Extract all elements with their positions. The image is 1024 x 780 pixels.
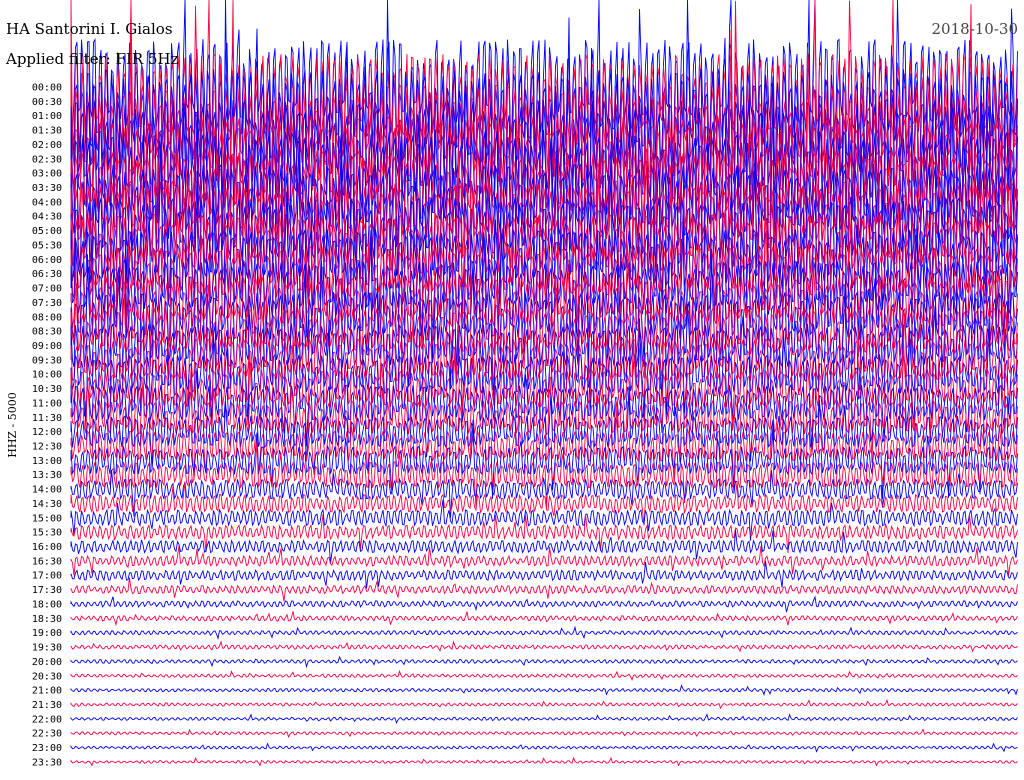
time-label: 17:30 xyxy=(32,585,62,596)
time-label: 16:30 xyxy=(32,556,62,567)
time-label: 11:30 xyxy=(32,413,62,424)
time-label-group: 00:00 00:30 01:00 01:30 02:00 02:30 03:00 03:30… xyxy=(32,83,62,769)
time-label: 07:30 xyxy=(32,298,62,309)
time-label: 08:00 xyxy=(32,312,62,323)
trace-line xyxy=(70,728,1018,739)
station-title: HA Santorini I. Gialos xyxy=(6,20,173,38)
time-label: 21:00 xyxy=(32,686,62,697)
time-label: 13:00 xyxy=(32,456,62,467)
time-label: 16:00 xyxy=(32,542,62,553)
trace-line xyxy=(70,742,1018,753)
trace-line xyxy=(70,670,1018,682)
trace-line xyxy=(70,640,1018,653)
trace-line xyxy=(70,684,1018,696)
time-label: 00:00 xyxy=(32,83,62,94)
time-label: 05:00 xyxy=(32,226,62,237)
time-label: 01:00 xyxy=(32,111,62,122)
time-label: 22:30 xyxy=(32,729,62,740)
time-label: 19:00 xyxy=(32,628,62,639)
filter-label: Applied filter: FIR 5Hz xyxy=(6,50,179,68)
time-label: 09:30 xyxy=(32,355,62,366)
time-label: 22:00 xyxy=(32,714,62,725)
time-label: 15:00 xyxy=(32,513,62,524)
trace-line xyxy=(70,655,1018,669)
time-label: 02:00 xyxy=(32,140,62,151)
trace-group xyxy=(70,0,1018,767)
time-label: 18:30 xyxy=(32,614,62,625)
time-label: 18:00 xyxy=(32,600,62,611)
time-label: 23:30 xyxy=(32,757,62,768)
time-label: 12:30 xyxy=(32,442,62,453)
time-label: 10:00 xyxy=(32,370,62,381)
trace-line xyxy=(70,560,1018,589)
time-label: 04:00 xyxy=(32,197,62,208)
time-label: 03:00 xyxy=(32,169,62,180)
time-label: 08:30 xyxy=(32,327,62,338)
trace-line xyxy=(70,713,1018,724)
time-label: 15:30 xyxy=(32,528,62,539)
time-label: 09:00 xyxy=(32,341,62,352)
trace-line xyxy=(70,699,1018,710)
time-label: 19:30 xyxy=(32,643,62,654)
time-label: 04:30 xyxy=(32,212,62,223)
time-label: 20:30 xyxy=(32,671,62,682)
helicorder-plot: 00:00 00:30 01:00 01:30 02:00 02:30 03:00 03:30… xyxy=(6,0,1018,769)
time-label: 20:00 xyxy=(32,657,62,668)
time-label: 07:00 xyxy=(32,284,62,295)
trace-line xyxy=(70,595,1018,613)
time-label: 21:30 xyxy=(32,700,62,711)
record-date: 2018-10-30 xyxy=(931,20,1018,38)
trace-line xyxy=(70,625,1018,641)
trace-line xyxy=(70,577,1018,602)
time-label: 03:30 xyxy=(32,183,62,194)
time-label: 06:30 xyxy=(32,269,62,280)
trace-line xyxy=(70,756,1018,767)
time-label: 17:00 xyxy=(32,571,62,582)
time-label: 23:00 xyxy=(32,743,62,754)
time-label: 10:30 xyxy=(32,384,62,395)
trace-line xyxy=(70,611,1018,627)
time-label: 14:00 xyxy=(32,485,62,496)
time-label: 00:30 xyxy=(32,97,62,108)
time-label: 06:00 xyxy=(32,255,62,266)
time-label: 05:30 xyxy=(32,241,62,252)
time-label: 14:30 xyxy=(32,499,62,510)
time-label: 12:00 xyxy=(32,427,62,438)
time-label: 11:00 xyxy=(32,398,62,409)
time-label: 13:30 xyxy=(32,470,62,481)
time-label: 02:30 xyxy=(32,154,62,165)
channel-label: HHZ - 5000 xyxy=(6,392,19,458)
time-label: 01:30 xyxy=(32,126,62,137)
